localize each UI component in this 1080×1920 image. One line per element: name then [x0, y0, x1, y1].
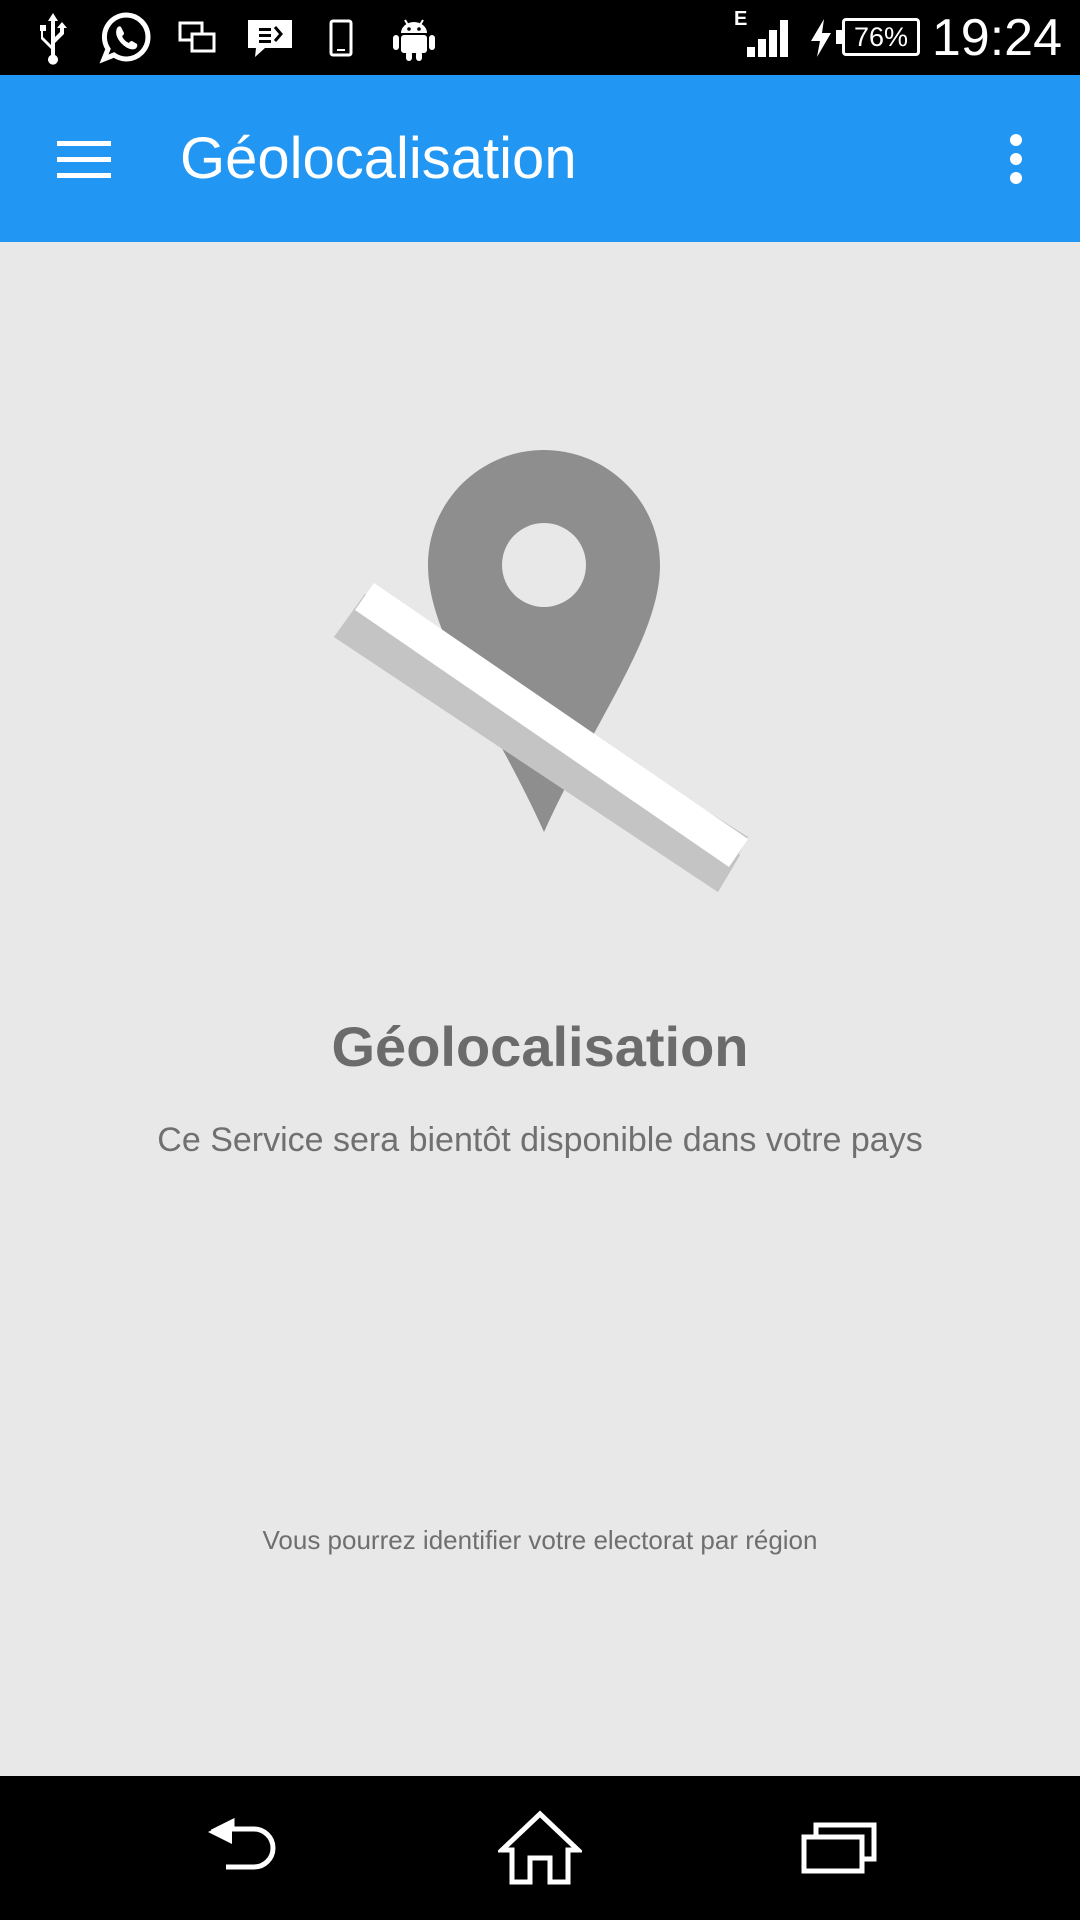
usb-icon [34, 10, 72, 66]
home-icon [498, 1810, 582, 1885]
back-icon [208, 1818, 276, 1870]
status-bar: E 76% 19:24 [0, 0, 1080, 75]
hamburger-menu-icon [57, 141, 111, 178]
phone-device-icon [326, 10, 356, 66]
screen-mirror-icon [176, 10, 220, 66]
whatsapp-icon [98, 10, 154, 66]
menu-button[interactable] [40, 119, 128, 199]
battery-icon: 76% [836, 18, 920, 56]
location-off-icon [320, 437, 760, 897]
subtitle: Ce Service sera bientôt disponible dans … [157, 1121, 923, 1159]
overflow-menu-button[interactable] [984, 119, 1048, 199]
more-vert-icon [1010, 134, 1022, 184]
signal-icon [742, 10, 794, 66]
footnote: Vous pourrez identifier votre electorat … [262, 1525, 818, 1555]
charging-icon [806, 10, 836, 66]
battery-level: 76% [853, 22, 909, 52]
main-content: Géolocalisation Ce Service sera bientôt … [0, 242, 1080, 1776]
sms-icon [244, 10, 296, 66]
home-button[interactable] [480, 1798, 600, 1898]
back-button[interactable] [182, 1798, 302, 1898]
screen: E 76% 19:24 Géolocalisation Géolocalisat… [0, 0, 1080, 1920]
recents-button[interactable] [780, 1798, 900, 1898]
app-bar: Géolocalisation [0, 75, 1080, 242]
status-time: 19:24 [931, 9, 1062, 67]
recents-icon [801, 1822, 877, 1874]
navigation-bar [0, 1776, 1080, 1920]
app-title: Géolocalisation [180, 126, 577, 191]
headline: Géolocalisation [331, 1015, 749, 1078]
android-icon [390, 10, 438, 66]
